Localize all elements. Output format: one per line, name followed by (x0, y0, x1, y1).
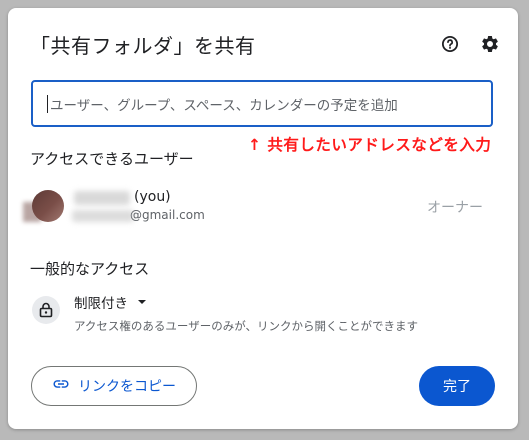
user-email-suffix: @gmail.com (130, 208, 205, 222)
people-section-heading: アクセスできるユーザー (30, 150, 194, 168)
done-button[interactable]: 完了 (419, 366, 495, 406)
general-access-description: アクセス権のあるユーザーのみが、リンクから開くことができます (74, 319, 418, 333)
help-icon[interactable] (440, 34, 460, 54)
link-icon (52, 375, 70, 397)
general-access-heading: 一般的なアクセス (30, 260, 150, 278)
user-name-suffix: (you) (134, 189, 171, 205)
copy-link-label: リンクをコピー (78, 379, 176, 395)
general-access-selected: 制限付き (74, 296, 128, 312)
share-input[interactable]: ユーザー、グループ、スペース、カレンダーの予定を追加 (31, 80, 493, 127)
copy-link-button[interactable]: リンクをコピー (31, 366, 197, 406)
gear-icon[interactable] (480, 34, 500, 54)
done-label: 完了 (443, 379, 471, 395)
dialog-title: 「共有フォルダ」を共有 (30, 34, 256, 58)
chevron-down-icon (138, 300, 146, 304)
general-access-dropdown[interactable]: 制限付き (74, 292, 146, 312)
text-caret (47, 94, 48, 113)
redacted-user-name (74, 191, 130, 205)
user-role: オーナー (427, 200, 483, 216)
redacted-user-email (72, 210, 134, 222)
share-dialog: 「共有フォルダ」を共有 ユーザー、グループ、スペース、カレンダーの予定を追加 ↑… (8, 8, 518, 429)
share-input-placeholder: ユーザー、グループ、スペース、カレンダーの予定を追加 (50, 97, 398, 114)
avatar (32, 190, 64, 222)
lock-icon (32, 296, 60, 324)
instruction-annotation: ↑ 共有したいアドレスなどを入力 (248, 136, 492, 154)
